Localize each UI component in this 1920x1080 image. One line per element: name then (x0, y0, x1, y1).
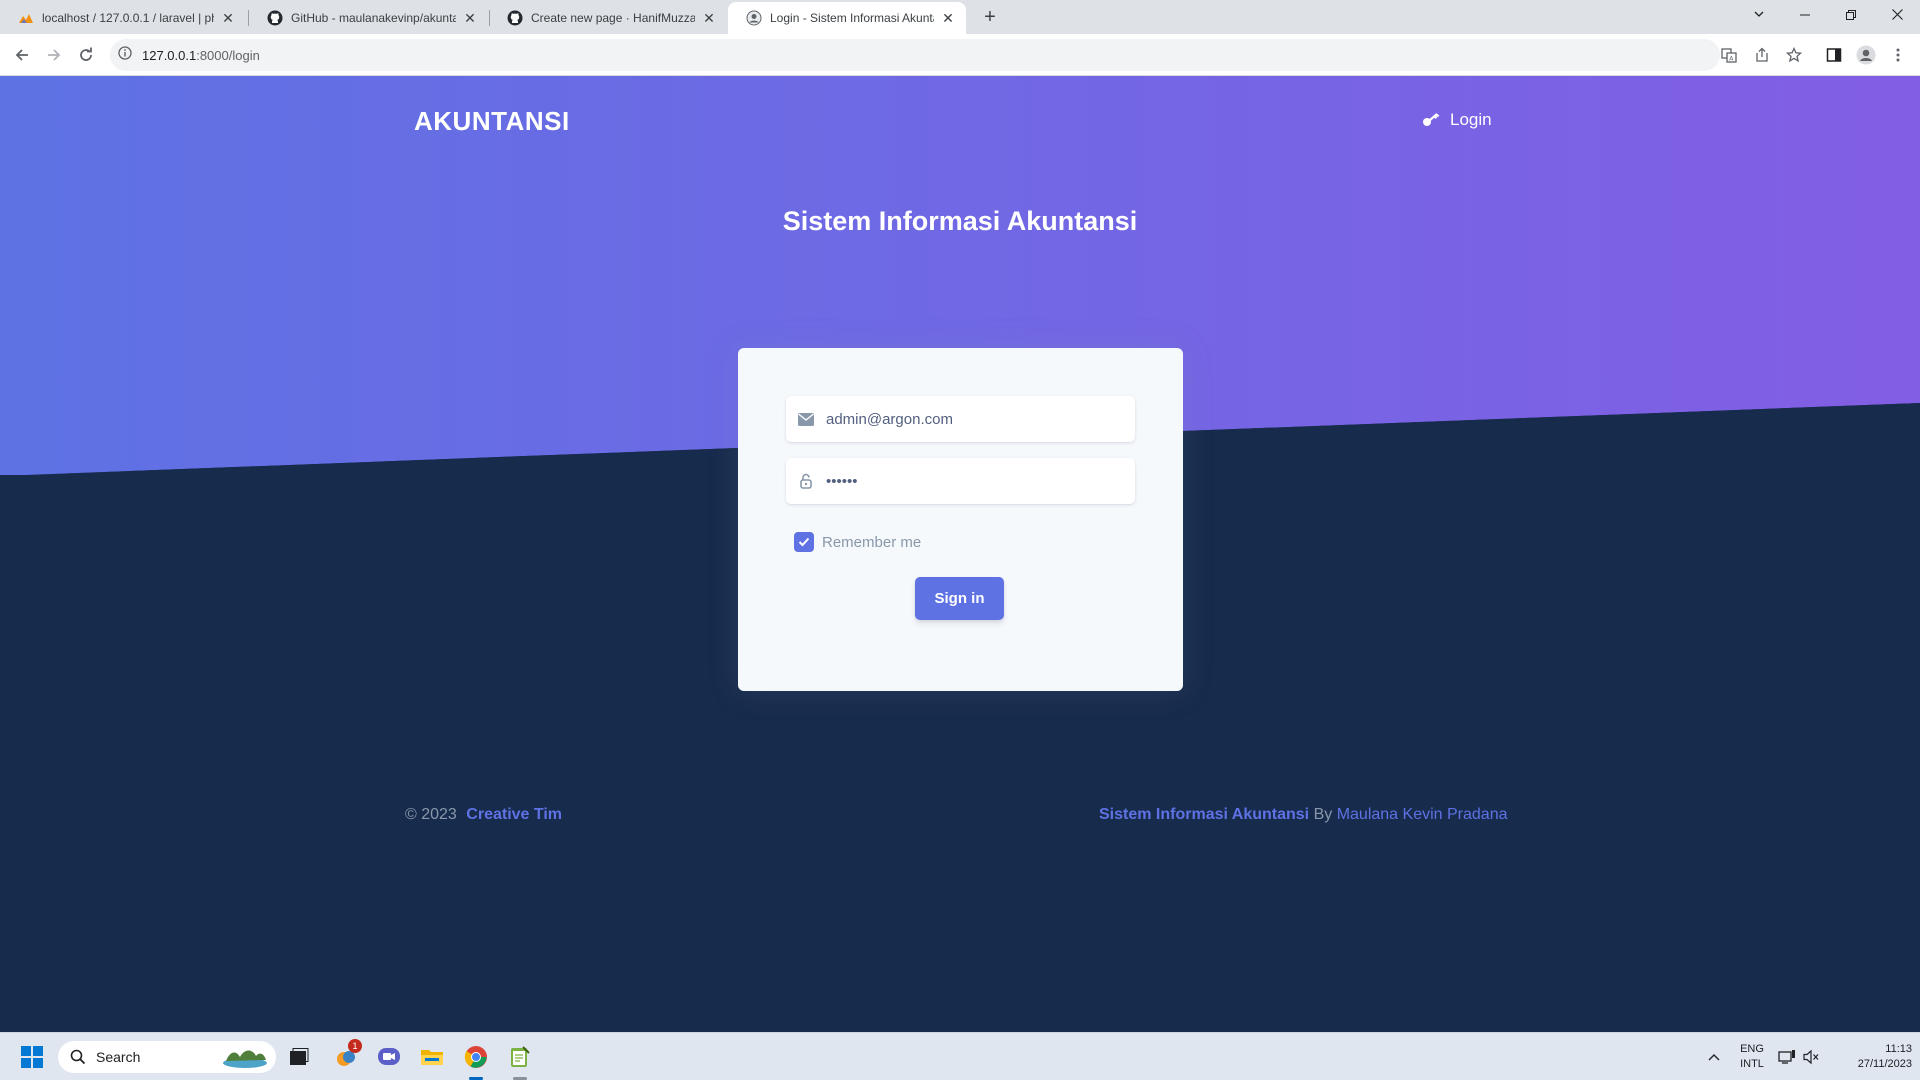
tab-title: GitHub - maulanakevinp/akunta (291, 11, 456, 25)
notepad-app-icon[interactable] (504, 1041, 536, 1073)
network-icon[interactable] (1775, 1041, 1799, 1073)
login-card: Remember me Sign in (738, 348, 1183, 691)
share-icon[interactable] (1750, 43, 1774, 67)
nav-login-label: Login (1450, 110, 1492, 129)
url-path: :8000/login (196, 47, 260, 63)
nav-login-link[interactable]: Login (1422, 110, 1492, 130)
minimize-icon[interactable] (1782, 0, 1828, 30)
tab-close-icon[interactable]: ✕ (701, 10, 717, 27)
browser-toolbar: 127.0.0.1:8000/login A (0, 34, 1920, 76)
reload-icon[interactable] (74, 43, 98, 67)
url-text: 127.0.0.1:8000/login (142, 48, 260, 63)
back-arrow-icon[interactable] (10, 43, 34, 67)
restore-icon[interactable] (1828, 0, 1874, 30)
widgets-weather-icon[interactable]: 1 (330, 1039, 362, 1073)
forward-arrow-icon[interactable] (42, 43, 66, 67)
browser-menu-icon[interactable] (1886, 43, 1910, 67)
new-tab-button[interactable]: + (976, 3, 1004, 31)
tray-chevron-up-icon[interactable] (1698, 1041, 1730, 1073)
chrome-taskbar-icon[interactable] (460, 1041, 492, 1073)
sign-in-button[interactable]: Sign in (915, 577, 1004, 620)
side-panel-icon[interactable] (1822, 43, 1846, 67)
address-bar[interactable]: 127.0.0.1:8000/login (110, 39, 1720, 71)
author-link[interactable]: Maulana Kevin Pradana (1337, 806, 1508, 823)
password-input[interactable] (826, 472, 1116, 490)
phpmyadmin-icon (18, 10, 34, 26)
profile-avatar-icon[interactable] (1854, 43, 1878, 67)
email-envelope-icon (786, 412, 826, 426)
footer-by-text: By (1313, 806, 1333, 823)
browser-tab-phpmyadmin[interactable]: localhost / 127.0.0.1 / laravel | ph ✕ (0, 2, 246, 34)
browser-tab-github-create-page[interactable]: Create new page · HanifMuzzaki ✕ (489, 2, 727, 34)
taskbar-search-box[interactable]: Search (58, 1041, 276, 1073)
translate-icon[interactable]: A (1717, 43, 1741, 67)
teams-chat-icon[interactable] (373, 1041, 405, 1073)
github-icon (507, 10, 523, 26)
tab-title: Create new page · HanifMuzzaki (531, 11, 695, 25)
page-title: Sistem Informasi Akuntansi (782, 206, 1138, 236)
language-indicator[interactable]: ENG INTL (1736, 1042, 1768, 1072)
tab-title: Login - Sistem Informasi Akunta (770, 11, 934, 25)
login-page: AKUNTANSI Login Sistem Informasi Akuntan… (0, 76, 1920, 1032)
password-field[interactable] (786, 458, 1135, 504)
footer-credits: Sistem Informasi Akuntansi By Maulana Ke… (1099, 806, 1507, 824)
search-highlight-image-icon (223, 1050, 267, 1068)
browser-tab-login-active[interactable]: Login - Sistem Informasi Akunta ✕ (728, 2, 966, 34)
clock[interactable]: 11:13 27/11/2023 (1830, 1042, 1912, 1072)
tab-close-icon[interactable]: ✕ (940, 10, 956, 27)
keyboard-layout: INTL (1740, 1058, 1764, 1070)
remember-me-label: Remember me (822, 533, 922, 551)
footer-copyright: © 2023 Creative Tim (405, 806, 562, 824)
bookmark-star-icon[interactable] (1782, 43, 1806, 67)
browser-tab-github-akuntansi[interactable]: GitHub - maulanakevinp/akunta ✕ (249, 2, 488, 34)
copyright-text: © 2023 (405, 806, 457, 823)
key-icon (1423, 113, 1440, 126)
lock-open-icon (786, 473, 826, 489)
volume-muted-icon[interactable] (1799, 1041, 1823, 1073)
windows-taskbar: Search 1 ENG INTL 11:13 27/11/2023 (0, 1032, 1920, 1080)
github-icon (267, 10, 283, 26)
windows-start-icon[interactable] (16, 1041, 48, 1073)
email-field[interactable] (786, 396, 1135, 442)
checkbox-checked-icon[interactable] (794, 532, 814, 552)
email-input[interactable] (826, 410, 1116, 428)
search-icon (70, 1049, 86, 1065)
language-code: ENG (1740, 1043, 1764, 1055)
clock-time: 11:13 (1885, 1043, 1912, 1055)
tab-search-chevron-icon[interactable] (1736, 0, 1782, 30)
navbar-brand[interactable]: AKUNTANSI (414, 106, 570, 137)
creative-tim-link[interactable]: Creative Tim (466, 806, 562, 823)
site-info-icon[interactable] (118, 45, 132, 65)
browser-tabstrip: localhost / 127.0.0.1 / laravel | ph ✕ G… (0, 0, 1920, 34)
tab-close-icon[interactable]: ✕ (220, 10, 236, 27)
tab-close-icon[interactable]: ✕ (462, 10, 478, 27)
site-icon (746, 10, 762, 26)
close-window-icon[interactable] (1874, 0, 1920, 30)
search-placeholder: Search (96, 1049, 141, 1065)
file-explorer-icon[interactable] (416, 1041, 448, 1073)
tab-title: localhost / 127.0.0.1 / laravel | ph (42, 11, 214, 25)
task-view-icon[interactable] (283, 1041, 315, 1073)
url-host: 127.0.0.1 (142, 47, 197, 63)
clock-date: 27/11/2023 (1857, 1058, 1912, 1070)
remember-me-checkbox[interactable]: Remember me (786, 532, 921, 552)
app-name-link[interactable]: Sistem Informasi Akuntansi (1099, 806, 1309, 823)
notification-badge: 1 (348, 1039, 362, 1053)
